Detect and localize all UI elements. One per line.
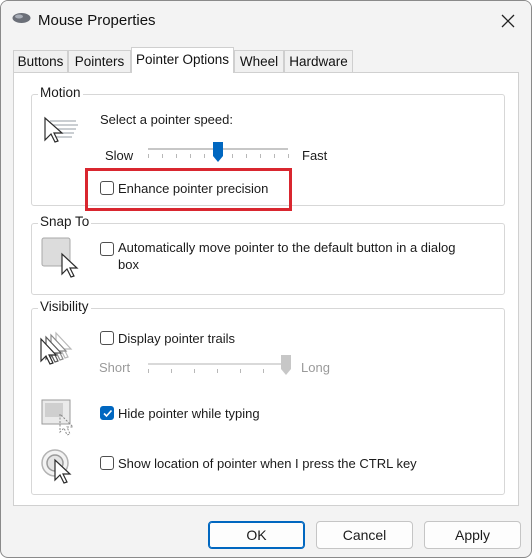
ctrl-location-icon xyxy=(41,449,72,484)
slider-tick xyxy=(240,369,241,373)
slider-tick xyxy=(190,154,191,158)
slider-tick xyxy=(194,369,195,373)
hide-pointer-icon xyxy=(41,399,75,436)
trail-length-slider-thumb[interactable] xyxy=(280,354,292,376)
window-title: Mouse Properties xyxy=(38,12,156,29)
speed-fast-label: Fast xyxy=(302,148,328,163)
pointer-speed-label: Select a pointer speed: xyxy=(100,112,233,127)
ok-button[interactable]: OK xyxy=(208,521,305,549)
snap-to-icon xyxy=(41,237,79,278)
pointer-trails-checkbox[interactable] xyxy=(100,331,114,345)
pointer-speed-icon xyxy=(44,116,78,143)
slider-tick xyxy=(232,154,233,158)
highlight-box xyxy=(85,168,292,211)
snap-to-group: Snap To xyxy=(31,214,505,295)
slider-tick xyxy=(148,154,149,158)
close-button[interactable] xyxy=(485,1,531,41)
checkmark-icon xyxy=(103,409,113,418)
mouse-app-icon xyxy=(12,13,31,23)
tab-wheel[interactable]: Wheel xyxy=(234,50,284,72)
slider-tick xyxy=(288,154,289,158)
ctrl-location-label: Show location of pointer when I press th… xyxy=(118,456,417,471)
pointer-trails-label: Display pointer trails xyxy=(118,331,236,346)
hide-pointer-checkbox[interactable] xyxy=(100,406,114,420)
title-bar: Mouse Properties xyxy=(1,1,531,41)
speed-slow-label: Slow xyxy=(105,148,134,163)
cancel-button[interactable]: Cancel xyxy=(316,521,413,549)
slider-tick xyxy=(171,369,172,373)
tab-pointer-options[interactable]: Pointer Options xyxy=(131,47,234,73)
slider-tick xyxy=(260,154,261,158)
slider-tick xyxy=(176,154,177,158)
pointer-speed-slider-thumb[interactable] xyxy=(212,141,224,163)
slider-tick xyxy=(274,154,275,158)
visibility-group-label: Visibility xyxy=(38,299,91,314)
snap-to-checkbox[interactable] xyxy=(100,242,114,256)
slider-tick xyxy=(263,369,264,373)
snap-to-group-label: Snap To xyxy=(38,214,92,229)
tab-pointers[interactable]: Pointers xyxy=(68,50,131,72)
tab-panel: Motion Select a pointer speed: Slow Fast… xyxy=(13,72,519,506)
snap-to-label-line1: Automatically move pointer to the defaul… xyxy=(118,240,456,255)
trail-long-label: Long xyxy=(301,360,330,375)
slider-tick xyxy=(246,154,247,158)
pointer-trails-icon xyxy=(40,331,73,365)
ctrl-location-checkbox[interactable] xyxy=(100,456,114,470)
slider-tick xyxy=(217,369,218,373)
slider-tick xyxy=(204,154,205,158)
slider-tick xyxy=(162,154,163,158)
trail-short-label: Short xyxy=(99,360,131,375)
trail-length-slider-track[interactable] xyxy=(148,363,286,365)
mouse-properties-dialog: Mouse Properties Buttons Pointers Pointe… xyxy=(0,0,532,558)
close-icon xyxy=(501,14,515,28)
tab-hardware[interactable]: Hardware xyxy=(284,50,353,72)
snap-to-label-line2: box xyxy=(118,257,139,272)
hide-pointer-label: Hide pointer while typing xyxy=(118,406,260,421)
apply-button[interactable]: Apply xyxy=(424,521,521,549)
slider-tick xyxy=(148,369,149,373)
tab-strip: Buttons Pointers Pointer Options Wheel H… xyxy=(13,47,519,73)
tab-buttons[interactable]: Buttons xyxy=(13,50,68,72)
motion-group-label: Motion xyxy=(38,85,83,100)
